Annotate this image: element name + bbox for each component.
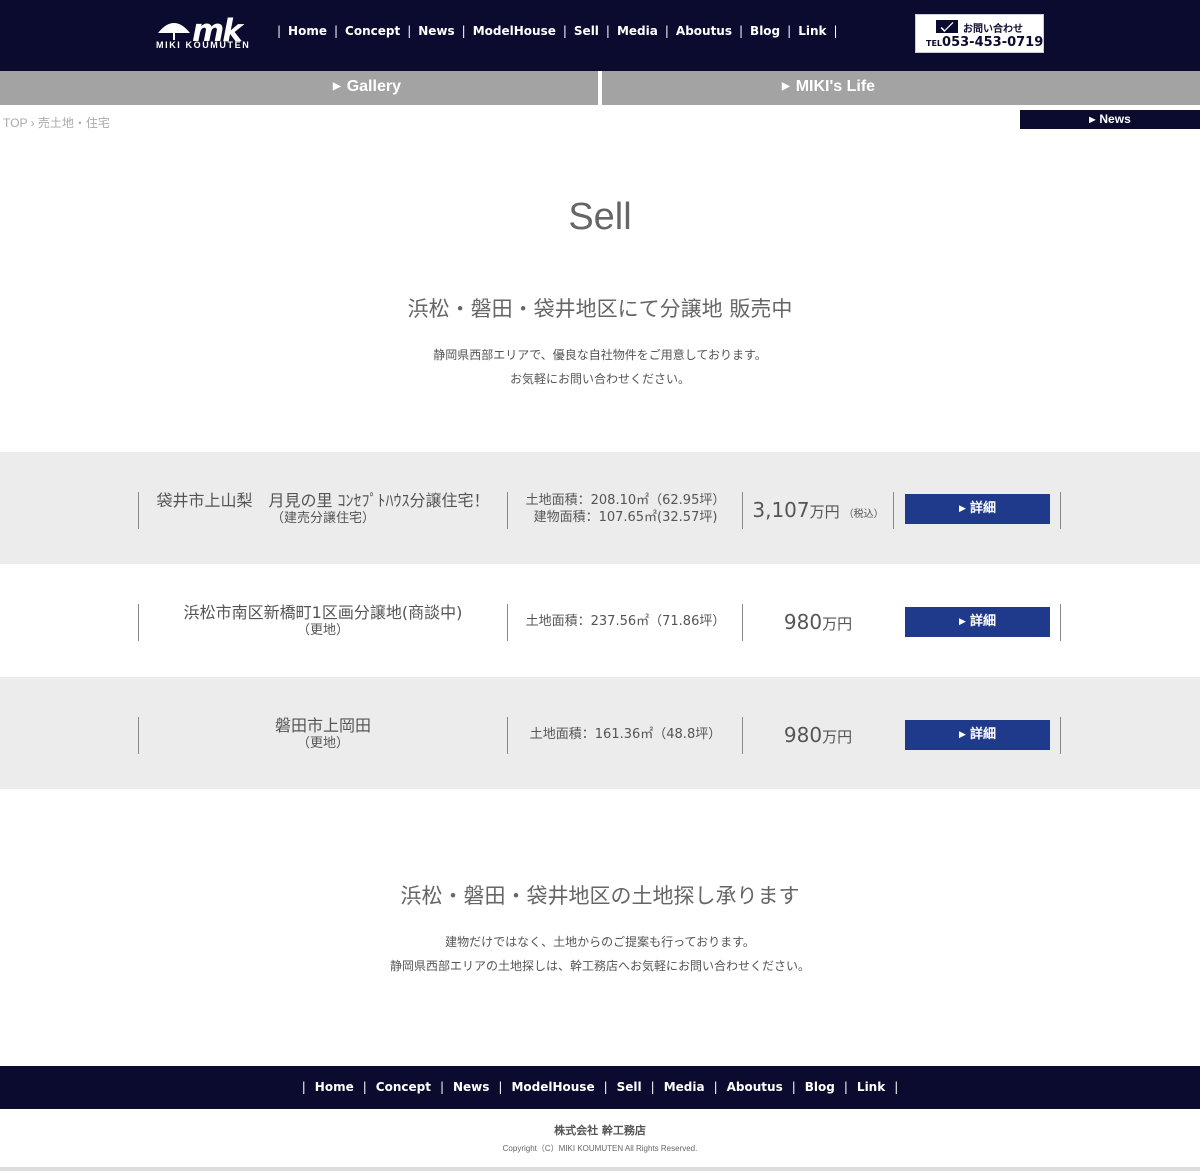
news-button[interactable]: News [1020,110,1200,129]
listing-row: 磐田市上岡田 （更地） 土地面積：161.36㎡（48.8坪） 980万円 詳細 [0,677,1200,789]
listing-name[interactable]: 磐田市上岡田 （更地） [140,717,506,753]
site-logo[interactable]: mk MIKI KOUMUTEN [156,13,264,51]
listing-area: 土地面積：237.56㎡（71.86坪） [525,614,726,629]
listing-area: 土地面積：208.10㎡（62.95坪） 建物面積：107.65㎡(32.57坪… [525,493,726,525]
footer-nav-media[interactable]: Media [664,1080,705,1094]
nav-link[interactable]: Link [798,24,826,38]
nav-sell[interactable]: Sell [574,24,599,38]
listing-name[interactable]: 袋井市上山梨 月見の里 ｺﾝｾﾌﾟﾄﾊｳｽ分譲住宅！ （建売分譲住宅） [140,492,506,528]
footer-nav-blog[interactable]: Blog [805,1080,835,1094]
bottom-border [0,1167,1200,1171]
nav-aboutus[interactable]: Aboutus [676,24,732,38]
detail-button[interactable]: 詳細 [905,607,1050,637]
listing-area: 土地面積：161.36㎡（48.8坪） [529,727,722,742]
page-title: Sell [568,196,632,238]
contact-button[interactable]: お問い合わせ TEL053-453-0719 [915,14,1044,53]
header-nav: | Home | Concept | News | ModelHouse | S… [277,24,838,38]
footer-nav-home[interactable]: Home [315,1080,354,1094]
envelope-icon [936,20,958,33]
breadcrumb-current: 売土地・住宅 [37,116,110,130]
footer-nav-modelhouse[interactable]: ModelHouse [511,1080,594,1094]
footer-nav-news[interactable]: News [453,1080,489,1094]
breadcrumb-top[interactable]: TOP [3,116,27,130]
contact-label: お問い合わせ [963,24,1023,35]
sub-navigation: Gallery MIKI's Life [0,71,1200,105]
listing-name[interactable]: 浜松市南区新橋町1区画分譲地(商談中) （更地） [140,604,506,640]
nav-concept[interactable]: Concept [345,24,400,38]
land-search-description: 建物だけではなく、土地からのご提案も行っております。 静岡県西部エリアの土地探し… [389,935,810,973]
footer-nav: | Home | Concept | News | ModelHouse | S… [301,1080,899,1094]
listing-row: 袋井市上山梨 月見の里 ｺﾝｾﾌﾟﾄﾊｳｽ分譲住宅！ （建売分譲住宅） 土地面積… [0,452,1200,564]
detail-button[interactable]: 詳細 [905,494,1050,524]
listing-price: 3,107万円 （税込） [752,498,884,522]
logo-subtitle: MIKI KOUMUTEN [156,40,251,50]
listing-price: 980万円 [783,610,853,634]
section-description: 静岡県西部エリアで、優良な自社物件をご用意しております。 お気軽にお問い合わせく… [433,348,767,386]
nav-home[interactable]: Home [288,24,327,38]
contact-tel: TEL053-453-0719 [926,35,1044,50]
listing-row: 浜松市南区新橋町1区画分譲地(商談中) （更地） 土地面積：237.56㎡（71… [0,564,1200,676]
breadcrumb-separator: › [30,116,35,130]
site-footer: | Home | Concept | News | ModelHouse | S… [0,1066,1200,1109]
footer-nav-aboutus[interactable]: Aboutus [727,1080,783,1094]
breadcrumb: TOP › 売土地・住宅 [3,114,110,131]
detail-button[interactable]: 詳細 [905,720,1050,750]
nav-news[interactable]: News [418,24,454,38]
nav-blog[interactable]: Blog [750,24,780,38]
nav-media[interactable]: Media [617,24,658,38]
footer-nav-link[interactable]: Link [857,1080,885,1094]
footer-nav-concept[interactable]: Concept [376,1080,431,1094]
gallery-link[interactable]: Gallery [333,78,401,96]
mikis-life-link[interactable]: MIKI's Life [782,78,875,96]
listing-price: 980万円 [783,723,853,747]
land-search-heading: 浜松・磐田・袋井地区の土地探し承ります [400,884,800,908]
section-heading: 浜松・磐田・袋井地区にて分譲地 販売中 [407,297,793,321]
footer-nav-sell[interactable]: Sell [617,1080,642,1094]
company-name: 株式会社 幹工務店 [554,1124,646,1137]
copyright: Copyright（C）MIKI KOUMUTEN All Rights Res… [502,1144,698,1153]
nav-modelhouse[interactable]: ModelHouse [473,24,556,38]
subnav-divider [598,71,602,105]
site-header: mk MIKI KOUMUTEN | Home | Concept | News… [0,0,1200,71]
umbrella-logo-icon [158,23,190,40]
